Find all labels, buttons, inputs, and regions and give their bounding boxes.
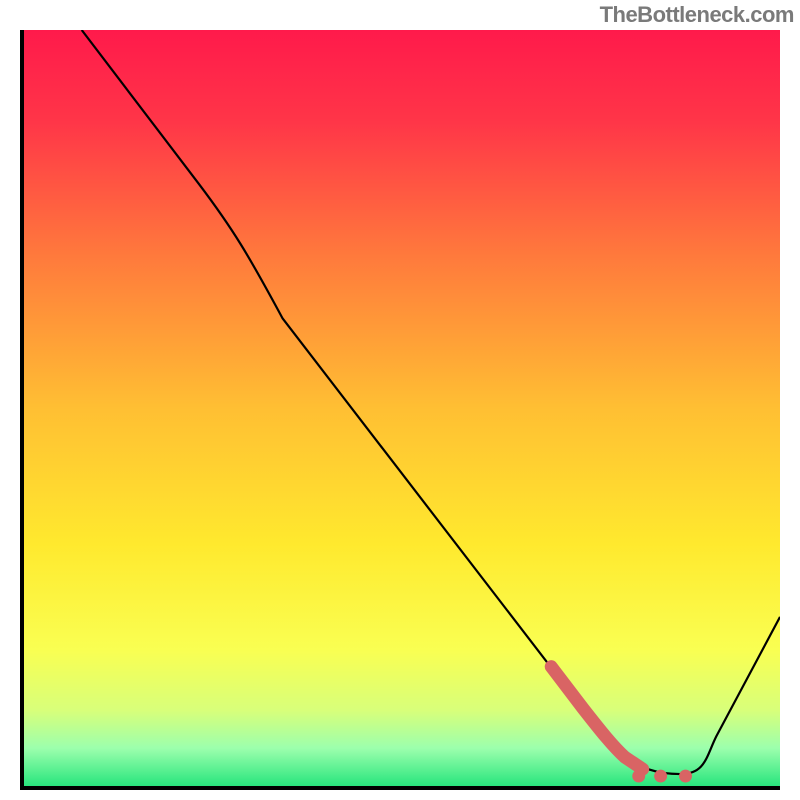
- chart-plot-area: [20, 30, 780, 790]
- gradient-background: [24, 30, 780, 786]
- highlight-dot: [679, 770, 692, 783]
- watermark-text: TheBottleneck.com: [600, 2, 794, 28]
- chart-svg: [24, 30, 780, 786]
- highlight-dot: [654, 770, 667, 783]
- highlight-dot: [632, 770, 645, 783]
